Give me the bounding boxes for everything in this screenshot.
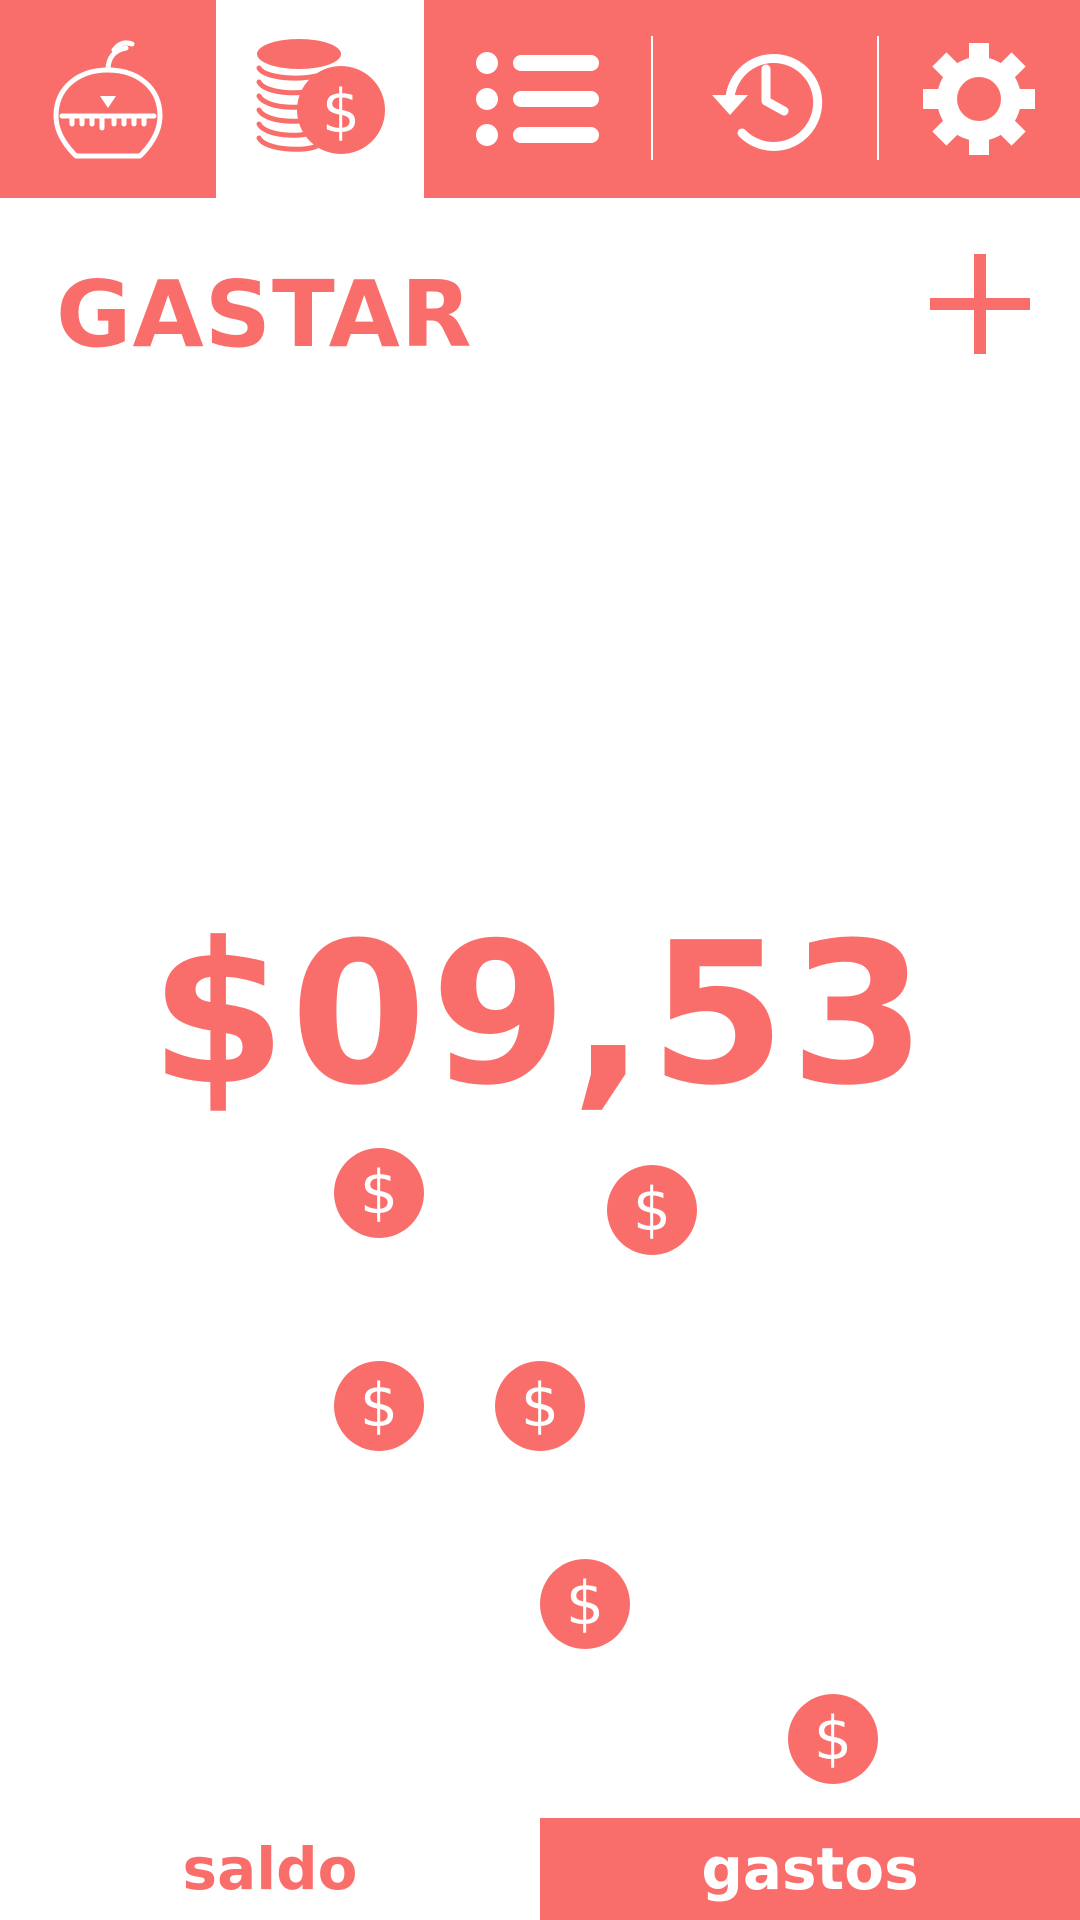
dollar-coin-icon: $ [607,1165,697,1255]
dollar-coin-icon: $ [540,1559,630,1649]
coins-dollar-icon: $ [255,34,385,164]
toolbar-spend-button[interactable]: $ [216,0,424,198]
toolbar-settings-button[interactable] [878,0,1080,198]
top-toolbar: $ [0,0,1080,198]
page-title: GASTAR [56,261,473,368]
toolbar-divider [877,36,879,160]
spend-amount: $09,53 [149,901,931,1129]
toolbar-list-button[interactable] [424,0,652,198]
svg-text:$: $ [322,77,360,147]
toolbar-history-button[interactable] [652,0,878,198]
gear-icon [919,39,1039,159]
tab-gastos[interactable]: gastos [540,1818,1080,1920]
tab-saldo[interactable]: saldo [0,1818,540,1920]
list-icon [473,49,603,149]
toolbar-timer-button[interactable] [0,0,216,198]
kitchen-timer-icon [48,34,168,164]
app-screen: $ GASTAR $09,53 $ $ $ $ $ $ saldo gastos [0,0,1080,1920]
toolbar-divider [651,36,653,160]
plus-icon [920,254,1040,368]
dollar-coin-icon: $ [334,1361,424,1451]
dollar-coin-icon: $ [334,1148,424,1238]
add-expense-button[interactable] [920,244,1040,364]
history-clock-icon [700,39,830,159]
dollar-coin-icon: $ [788,1694,878,1784]
bottom-tabs: saldo gastos [0,1818,1080,1920]
dollar-coin-icon: $ [495,1361,585,1451]
